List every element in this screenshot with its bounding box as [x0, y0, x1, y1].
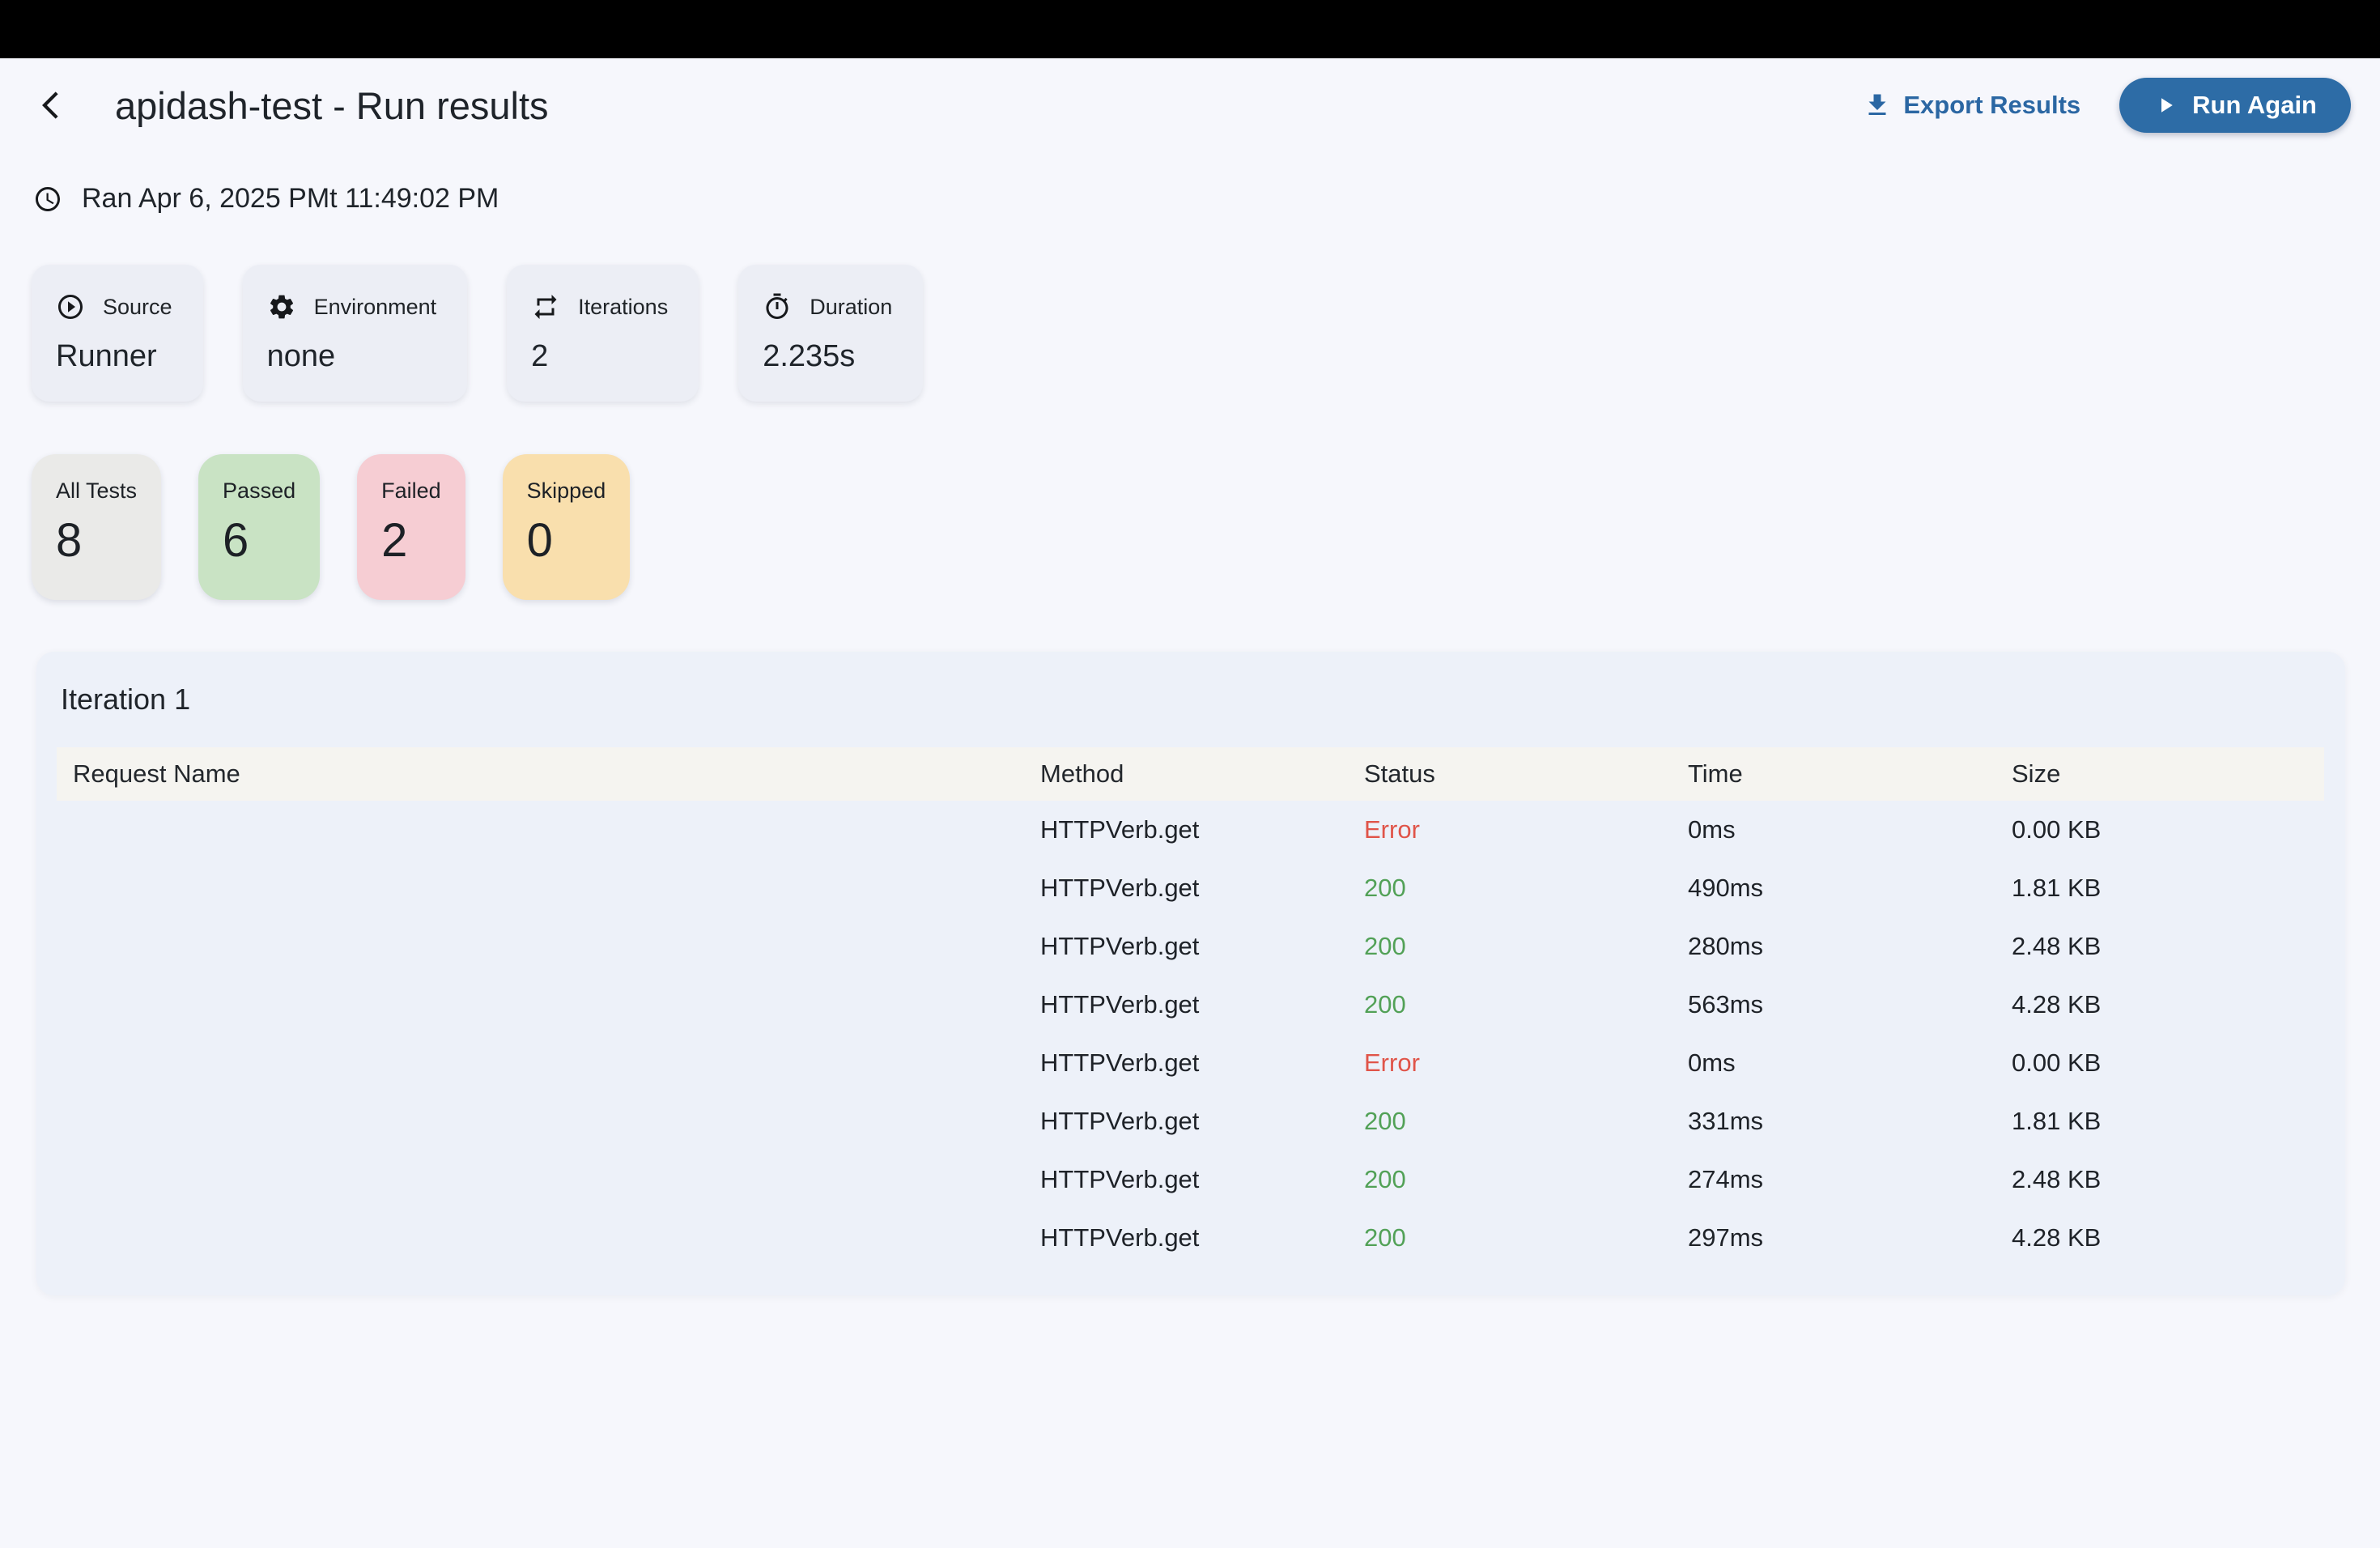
- cell-status: 200: [1364, 1223, 1688, 1252]
- stat-card-passed: Passed 6: [198, 454, 320, 600]
- column-header-method: Method: [1040, 759, 1364, 789]
- info-card-label: Source: [103, 295, 172, 320]
- page-title: apidash-test - Run results: [115, 83, 549, 128]
- info-card-source: Source Runner: [32, 265, 203, 402]
- cell-method: HTTPVerb.get: [1040, 1223, 1364, 1252]
- cell-size: 2.48 KB: [2012, 1165, 2324, 1194]
- timer-icon: [763, 292, 792, 321]
- cell-size: 0.00 KB: [2012, 815, 2324, 844]
- results-table-header: Request Name Method Status Time Size: [57, 747, 2324, 801]
- stat-value: 6: [223, 513, 295, 568]
- stat-value: 2: [381, 513, 441, 568]
- window-titlebar: [0, 0, 2380, 58]
- cell-status: Error: [1364, 815, 1688, 844]
- run-again-button[interactable]: Run Again: [2119, 78, 2351, 133]
- column-header-request-name: Request Name: [57, 759, 1040, 789]
- info-card-environment: Environment none: [243, 265, 468, 402]
- info-card-value: 2.235s: [763, 339, 892, 374]
- play-circle-icon: [56, 292, 85, 321]
- stat-label: Skipped: [527, 478, 606, 504]
- column-header-time: Time: [1688, 759, 2012, 789]
- cell-time: 490ms: [1688, 874, 2012, 903]
- table-row[interactable]: HTTPVerb.get 200 280ms 2.48 KB: [57, 917, 2324, 976]
- back-button[interactable]: [29, 84, 71, 126]
- cell-method: HTTPVerb.get: [1040, 1165, 1364, 1194]
- cell-status: 200: [1364, 874, 1688, 903]
- cell-time: 0ms: [1688, 1048, 2012, 1078]
- info-card-label: Environment: [314, 295, 437, 320]
- cell-method: HTTPVerb.get: [1040, 1107, 1364, 1136]
- table-row[interactable]: HTTPVerb.get 200 563ms 4.28 KB: [57, 976, 2324, 1034]
- cell-status: 200: [1364, 1165, 1688, 1194]
- run-again-label: Run Again: [2192, 91, 2317, 120]
- header-bar: apidash-test - Run results Export Result…: [29, 78, 2351, 133]
- cell-size: 1.81 KB: [2012, 874, 2324, 903]
- table-row[interactable]: HTTPVerb.get 200 331ms 1.81 KB: [57, 1092, 2324, 1150]
- play-icon: [2153, 93, 2178, 117]
- run-results-page: apidash-test - Run results Export Result…: [0, 78, 2380, 1295]
- cell-time: 331ms: [1688, 1107, 2012, 1136]
- cell-method: HTTPVerb.get: [1040, 1048, 1364, 1078]
- column-header-size: Size: [2012, 759, 2324, 789]
- info-card-value: 2: [531, 339, 668, 374]
- cell-status: Error: [1364, 1048, 1688, 1078]
- stat-card-all-tests: All Tests 8: [32, 454, 161, 600]
- cell-time: 297ms: [1688, 1223, 2012, 1252]
- test-stat-cards: All Tests 8 Passed 6 Failed 2 Skipped 0: [32, 454, 2380, 600]
- cell-status: 200: [1364, 1107, 1688, 1136]
- table-row[interactable]: HTTPVerb.get 200 490ms 1.81 KB: [57, 859, 2324, 917]
- info-card-iterations: Iterations 2: [507, 265, 699, 402]
- results-table-body: HTTPVerb.get Error 0ms 0.00 KB HTTPVerb.…: [57, 801, 2324, 1267]
- cell-size: 1.81 KB: [2012, 1107, 2324, 1136]
- stat-label: All Tests: [56, 478, 137, 504]
- info-card-value: none: [267, 339, 437, 374]
- stat-card-skipped: Skipped 0: [503, 454, 631, 600]
- table-row[interactable]: HTTPVerb.get 200 274ms 2.48 KB: [57, 1150, 2324, 1209]
- table-row[interactable]: HTTPVerb.get 200 297ms 4.28 KB: [57, 1209, 2324, 1267]
- gear-icon: [267, 292, 296, 321]
- cell-status: 200: [1364, 932, 1688, 961]
- stat-label: Passed: [223, 478, 295, 504]
- info-card-label: Iterations: [578, 295, 668, 320]
- download-icon: [1863, 91, 1892, 120]
- cell-status: 200: [1364, 990, 1688, 1019]
- info-card-label: Duration: [810, 295, 892, 320]
- cell-method: HTTPVerb.get: [1040, 874, 1364, 903]
- cell-size: 4.28 KB: [2012, 1223, 2324, 1252]
- info-card-value: Runner: [56, 339, 172, 374]
- cell-size: 0.00 KB: [2012, 1048, 2324, 1078]
- iteration-results-panel: Iteration 1 Request Name Method Status T…: [36, 652, 2345, 1295]
- cell-method: HTTPVerb.get: [1040, 990, 1364, 1019]
- stat-card-failed: Failed 2: [357, 454, 465, 600]
- cell-size: 4.28 KB: [2012, 990, 2324, 1019]
- repeat-icon: [531, 292, 560, 321]
- cell-time: 0ms: [1688, 815, 2012, 844]
- iteration-title: Iteration 1: [61, 683, 2345, 717]
- cell-method: HTTPVerb.get: [1040, 932, 1364, 961]
- cell-time: 274ms: [1688, 1165, 2012, 1194]
- cell-time: 563ms: [1688, 990, 2012, 1019]
- stat-value: 0: [527, 513, 606, 568]
- export-results-label: Export Results: [1903, 91, 2080, 120]
- cell-time: 280ms: [1688, 932, 2012, 961]
- clock-icon: [33, 185, 62, 214]
- back-arrow-icon: [34, 89, 66, 121]
- column-header-status: Status: [1364, 759, 1688, 789]
- stat-value: 8: [56, 513, 137, 568]
- run-timestamp-row: Ran Apr 6, 2025 PMt 11:49:02 PM: [33, 183, 2380, 215]
- run-timestamp-text: Ran Apr 6, 2025 PMt 11:49:02 PM: [82, 183, 499, 215]
- cell-method: HTTPVerb.get: [1040, 815, 1364, 844]
- cell-size: 2.48 KB: [2012, 932, 2324, 961]
- table-row[interactable]: HTTPVerb.get Error 0ms 0.00 KB: [57, 801, 2324, 859]
- table-row[interactable]: HTTPVerb.get Error 0ms 0.00 KB: [57, 1034, 2324, 1092]
- run-info-cards: Source Runner Environment none: [32, 265, 2380, 402]
- stat-label: Failed: [381, 478, 441, 504]
- export-results-button[interactable]: Export Results: [1863, 91, 2080, 120]
- info-card-duration: Duration 2.235s: [738, 265, 923, 402]
